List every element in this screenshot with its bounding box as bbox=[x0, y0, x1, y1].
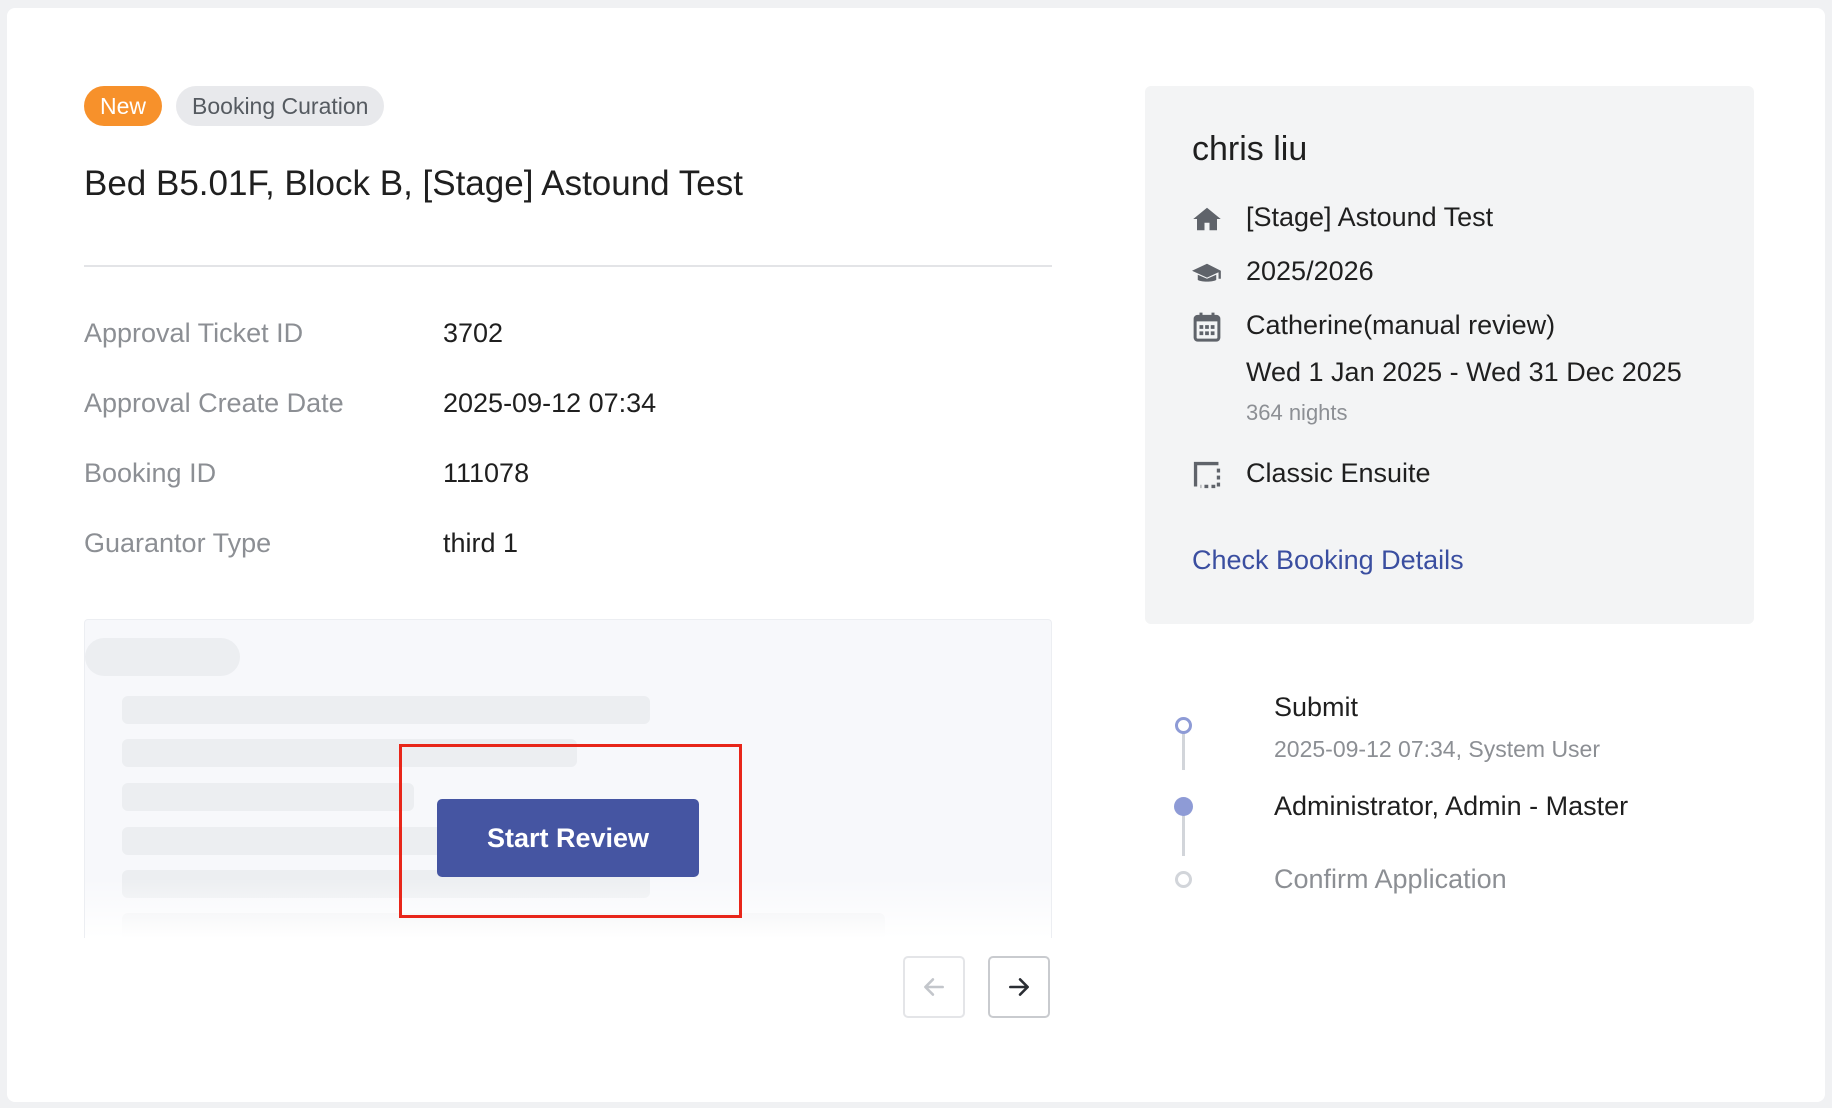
skeleton-line bbox=[122, 696, 650, 724]
timeline-connector bbox=[1182, 732, 1185, 770]
detail-label: Guarantor Type bbox=[84, 528, 272, 558]
timeline-dot-done bbox=[1175, 717, 1192, 734]
check-booking-details-link[interactable]: Check Booking Details bbox=[1192, 545, 1464, 576]
property-name: [Stage] Astound Test bbox=[1246, 202, 1494, 232]
timeline-step-title: Submit bbox=[1274, 692, 1359, 722]
graduation-cap-icon bbox=[1192, 258, 1222, 288]
detail-label: Booking ID bbox=[84, 458, 217, 488]
calendar-icon bbox=[1192, 312, 1222, 342]
detail-value: 111078 bbox=[443, 458, 530, 488]
arrow-right-icon bbox=[1009, 978, 1029, 996]
start-review-button[interactable]: Start Review bbox=[437, 799, 699, 877]
tenancy-date-range: Wed 1 Jan 2025 - Wed 31 Dec 2025 bbox=[1246, 357, 1682, 387]
divider bbox=[84, 265, 1052, 267]
tenancy-nights: 364 nights bbox=[1246, 400, 1348, 425]
detail-label: Approval Ticket ID bbox=[84, 318, 304, 348]
timeline-step-title: Confirm Application bbox=[1274, 864, 1507, 894]
detail-value: third 1 bbox=[443, 528, 519, 558]
home-icon bbox=[1192, 204, 1222, 234]
timeline-dot-pending bbox=[1175, 871, 1192, 888]
room-icon bbox=[1192, 460, 1222, 490]
tag-group: New Booking Curation bbox=[84, 86, 385, 126]
detail-value: 2025-09-12 07:34 bbox=[443, 388, 657, 418]
next-page-button[interactable] bbox=[988, 956, 1050, 1018]
status-badge-new: New bbox=[84, 86, 163, 126]
detail-label: Approval Create Date bbox=[84, 388, 344, 418]
page-title: Bed B5.01F, Block B, [Stage] Astound Tes… bbox=[84, 164, 743, 203]
timeline-connector bbox=[1182, 812, 1185, 856]
academic-year: 2025/2026 bbox=[1246, 256, 1374, 286]
prev-page-button[interactable] bbox=[903, 956, 965, 1018]
category-badge: Booking Curation bbox=[176, 86, 385, 126]
timeline-dot-current bbox=[1174, 797, 1193, 816]
guest-name: chris liu bbox=[1192, 130, 1308, 168]
arrow-left-icon bbox=[924, 978, 944, 996]
detail-value: 3702 bbox=[443, 318, 504, 348]
room-type: Classic Ensuite bbox=[1246, 458, 1431, 488]
booking-summary-panel: chris liu [Stage] Astound Test 2025/2026… bbox=[1145, 86, 1754, 624]
tenancy-name: Catherine(manual review) bbox=[1246, 310, 1556, 340]
skeleton-line bbox=[122, 783, 414, 811]
timeline-step-title: Administrator, Admin - Master bbox=[1274, 791, 1629, 821]
skeleton-line bbox=[85, 638, 240, 676]
timeline-step-meta: 2025-09-12 07:34, System User bbox=[1274, 736, 1601, 762]
